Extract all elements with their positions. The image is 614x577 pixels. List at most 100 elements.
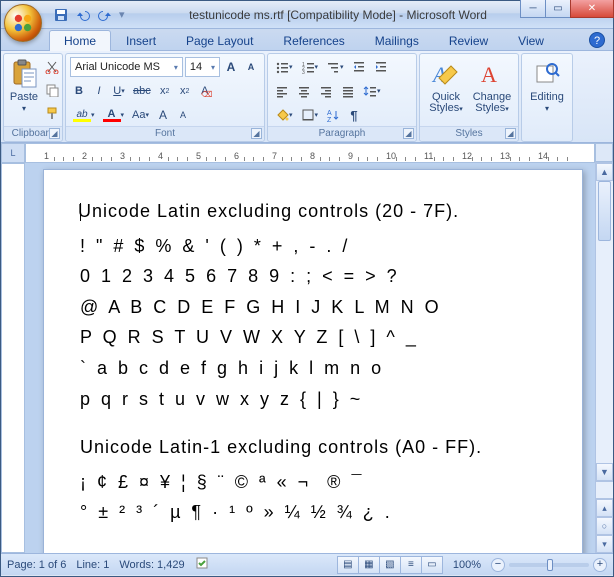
horizontal-ruler[interactable]: 1234567891011121314 bbox=[25, 143, 595, 163]
line-spacing-icon bbox=[363, 84, 377, 98]
line-spacing-button[interactable]: ▾ bbox=[360, 80, 384, 102]
justify-button[interactable] bbox=[338, 80, 358, 102]
align-center-button[interactable] bbox=[294, 80, 314, 102]
show-marks-button[interactable]: ¶ bbox=[345, 104, 363, 126]
tab-home[interactable]: Home bbox=[49, 30, 111, 51]
page-viewport[interactable]: Unicode Latin excluding controls (20 - 7… bbox=[25, 163, 595, 553]
zoom-in-button[interactable]: + bbox=[593, 558, 607, 572]
print-layout-view[interactable]: ▤ bbox=[337, 556, 359, 574]
minimize-button[interactable]: ─ bbox=[520, 0, 546, 18]
subscript-button[interactable]: x2 bbox=[156, 80, 174, 102]
draft-view[interactable]: ▭ bbox=[421, 556, 443, 574]
sort-icon: AZ bbox=[326, 108, 340, 122]
zoom-track[interactable] bbox=[509, 563, 589, 567]
borders-button[interactable]: ▾ bbox=[298, 104, 322, 126]
tab-insert[interactable]: Insert bbox=[111, 30, 171, 51]
tab-selector[interactable]: L bbox=[1, 143, 25, 163]
scroll-track[interactable] bbox=[596, 181, 613, 463]
grow-font-button[interactable]: A bbox=[222, 56, 240, 78]
scroll-up-button[interactable]: ▲ bbox=[596, 163, 613, 181]
shading-button[interactable]: ▾ bbox=[272, 104, 296, 126]
align-left-button[interactable] bbox=[272, 80, 292, 102]
shrink-font2-button[interactable]: A bbox=[174, 104, 192, 126]
ruler-mark: 4 bbox=[158, 147, 163, 161]
format-painter-button[interactable] bbox=[42, 102, 62, 124]
tab-page-layout[interactable]: Page Layout bbox=[171, 30, 268, 51]
full-screen-view[interactable]: ▦ bbox=[358, 556, 380, 574]
clear-formatting-button[interactable]: A⌫ bbox=[196, 80, 214, 102]
multilevel-button[interactable]: ▾ bbox=[323, 56, 347, 78]
cut-button[interactable] bbox=[42, 56, 62, 78]
increase-indent-button[interactable] bbox=[371, 56, 391, 78]
sort-button[interactable]: AZ bbox=[323, 104, 343, 126]
status-page[interactable]: Page: 1 of 6 bbox=[7, 559, 66, 571]
ruler-mark: 11 bbox=[424, 147, 433, 161]
status-words[interactable]: Words: 1,429 bbox=[119, 559, 184, 571]
font-color-button[interactable]: A▾ bbox=[100, 104, 128, 126]
numbering-button[interactable]: 123▾ bbox=[298, 56, 322, 78]
close-button[interactable]: ✕ bbox=[570, 0, 614, 18]
help-button[interactable]: ? bbox=[589, 32, 605, 48]
font-launcher[interactable]: ◢ bbox=[251, 128, 262, 139]
font-group-label: Font bbox=[155, 128, 175, 139]
underline-button[interactable]: U▾ bbox=[110, 80, 128, 102]
superscript-button[interactable]: x2 bbox=[176, 80, 194, 102]
vertical-ruler[interactable] bbox=[1, 163, 25, 553]
document-page[interactable]: Unicode Latin excluding controls (20 - 7… bbox=[43, 169, 583, 553]
tab-references[interactable]: References bbox=[268, 30, 359, 51]
spellcheck-icon[interactable] bbox=[195, 556, 211, 573]
tab-review[interactable]: Review bbox=[434, 30, 503, 51]
doc-line: P Q R S T U V W X Y Z [ \ ] ^ _ bbox=[80, 322, 546, 353]
scroll-thumb[interactable] bbox=[598, 181, 611, 241]
zoom-slider[interactable]: − + bbox=[491, 558, 607, 572]
bold-button[interactable]: B bbox=[70, 80, 88, 102]
align-right-icon bbox=[319, 84, 333, 98]
font-name-combo[interactable]: Arial Unicode MS▾ bbox=[70, 57, 183, 77]
bullets-button[interactable]: ▾ bbox=[272, 56, 296, 78]
zoom-thumb[interactable] bbox=[547, 559, 553, 571]
outdent-icon bbox=[352, 60, 366, 74]
redo-icon[interactable] bbox=[97, 7, 113, 23]
quick-styles-button[interactable]: A Quick Styles▾ bbox=[424, 56, 468, 126]
ruler-mark: 5 bbox=[196, 147, 201, 161]
maximize-button[interactable]: ▭ bbox=[545, 0, 571, 18]
next-page-button[interactable]: ▾ bbox=[596, 535, 613, 553]
tab-view[interactable]: View bbox=[503, 30, 559, 51]
group-paragraph: ▾ 123▾ ▾ ▾ ▾ ▾ AZ ¶ Paragraph◢ bbox=[267, 53, 417, 142]
outline-view[interactable]: ≡ bbox=[400, 556, 422, 574]
copy-button[interactable] bbox=[42, 79, 62, 101]
vertical-scrollbar[interactable]: ▲ ▼ ▴ ○ ▾ bbox=[595, 163, 613, 553]
styles-launcher[interactable]: ◢ bbox=[505, 128, 516, 139]
save-icon[interactable] bbox=[53, 7, 69, 23]
status-bar: Page: 1 of 6 Line: 1 Words: 1,429 ▤ ▦ ▧ … bbox=[1, 553, 613, 575]
ruler-mark: 9 bbox=[348, 147, 353, 161]
decrease-indent-button[interactable] bbox=[349, 56, 369, 78]
svg-text:Z: Z bbox=[327, 117, 332, 122]
highlight-button[interactable]: ab▾ bbox=[70, 104, 98, 126]
select-browse-button[interactable]: ○ bbox=[596, 517, 613, 535]
tab-mailings[interactable]: Mailings bbox=[360, 30, 434, 51]
align-right-button[interactable] bbox=[316, 80, 336, 102]
scroll-down-button[interactable]: ▼ bbox=[596, 463, 613, 481]
zoom-out-button[interactable]: − bbox=[491, 558, 505, 572]
status-line[interactable]: Line: 1 bbox=[76, 559, 109, 571]
office-button[interactable] bbox=[4, 4, 42, 42]
office-logo-icon bbox=[12, 12, 34, 34]
prev-page-button[interactable]: ▴ bbox=[596, 499, 613, 517]
ruler-mark: 12 bbox=[462, 147, 472, 161]
ruler-mark: 1 bbox=[44, 147, 49, 161]
font-size-combo[interactable]: 14▾ bbox=[185, 57, 220, 77]
paragraph-launcher[interactable]: ◢ bbox=[403, 128, 414, 139]
undo-icon[interactable] bbox=[75, 7, 91, 23]
web-layout-view[interactable]: ▧ bbox=[379, 556, 401, 574]
zoom-percent[interactable]: 100% bbox=[453, 559, 481, 571]
strikethrough-button[interactable]: abc bbox=[130, 80, 154, 102]
clipboard-launcher[interactable]: ◢ bbox=[49, 128, 60, 139]
shrink-font-button[interactable]: A bbox=[242, 56, 260, 78]
italic-button[interactable]: I bbox=[90, 80, 108, 102]
grow-font2-button[interactable]: A bbox=[154, 104, 172, 126]
change-styles-button[interactable]: A Change Styles▾ bbox=[470, 56, 514, 126]
change-case-button[interactable]: Aa▾ bbox=[129, 104, 152, 126]
paste-button[interactable]: Paste▾ bbox=[8, 56, 40, 126]
editing-button[interactable]: Editing▾ bbox=[526, 56, 568, 126]
